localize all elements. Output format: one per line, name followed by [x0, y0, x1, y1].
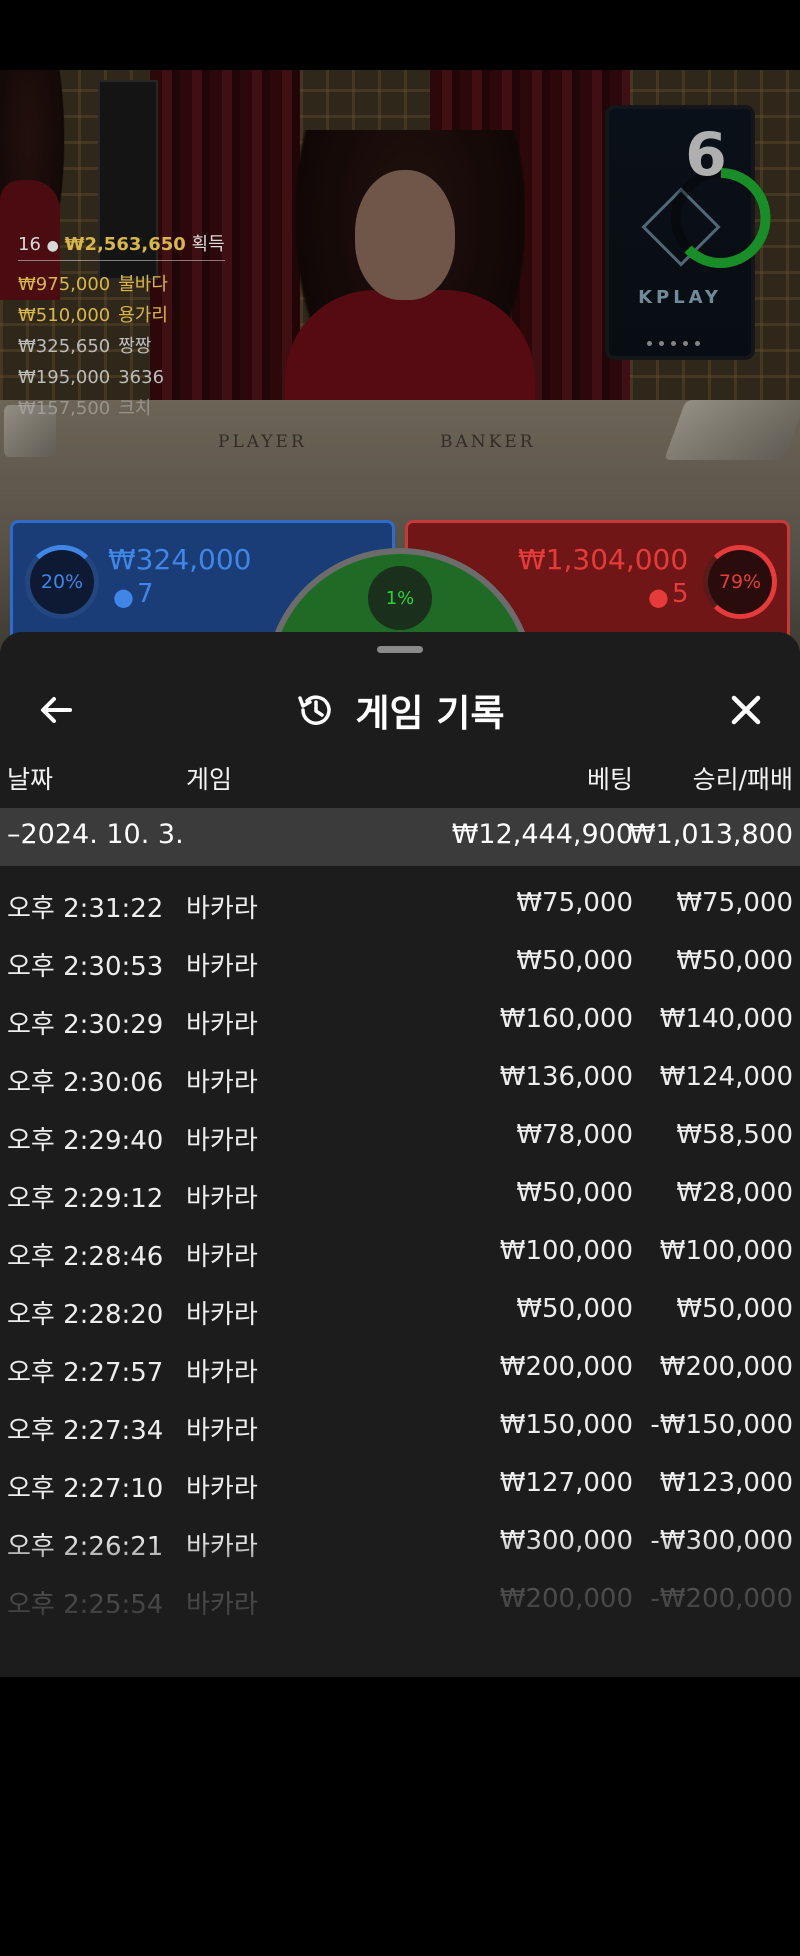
row-result: ₩58,500: [676, 1120, 793, 1150]
panel-title: 게임 기록: [355, 691, 505, 735]
arrow-left-icon: [41, 697, 72, 723]
app-screen: PLAYER BANKER KPLAY 6 16 ● ₩2,563,650 획득…: [0, 0, 800, 1956]
row-bet: ₩50,000: [516, 946, 633, 976]
row-result: -₩150,000: [650, 1410, 793, 1440]
banker-person-icon: ●: [648, 583, 669, 611]
row-game: 바카라: [186, 1068, 258, 1098]
row-bet: ₩78,000: [516, 1120, 633, 1150]
person-icon: ●: [46, 238, 59, 254]
row-game: 바카라: [186, 1300, 258, 1330]
row-result: ₩50,000: [676, 946, 793, 976]
row-result: ₩200,000: [659, 1352, 793, 1382]
banker-percent: 79%: [703, 545, 777, 619]
row-game: 바카라: [186, 1474, 258, 1504]
day-total-result: ₩1,013,800: [628, 819, 793, 850]
row-result: ₩123,000: [659, 1468, 793, 1498]
row-game: 바카라: [186, 894, 258, 924]
day-label: –2024. 10. 3.: [7, 819, 184, 850]
close-icon: [731, 695, 761, 725]
winners-list: 16 ● ₩2,563,650 획득 ₩975,000 불바다 ₩510,000 용…: [18, 230, 225, 424]
player-percent: 20%: [25, 545, 99, 619]
table-row[interactable]: 오후 2:28:46 바카라 ₩100,000 ₩100,000: [0, 1224, 800, 1282]
player-bet-amount: ₩324,000: [108, 543, 252, 576]
table-row[interactable]: 오후 2:27:34 바카라 ₩150,000 -₩150,000: [0, 1398, 800, 1456]
drag-handle[interactable]: [377, 646, 423, 653]
winner-row: ₩975,000 불바다: [18, 274, 168, 295]
row-bet: ₩200,000: [499, 1352, 633, 1382]
row-time: 오후 2:30:06: [7, 1068, 164, 1098]
row-bet: ₩136,000: [499, 1062, 633, 1092]
back-button[interactable]: [32, 686, 80, 734]
table-row[interactable]: 오후 2:29:12 바카라 ₩50,000 ₩28,000: [0, 1166, 800, 1224]
banker-bet-amount: ₩1,304,000: [518, 543, 689, 576]
row-result: ₩140,000: [659, 1004, 793, 1034]
row-time: 오후 2:31:22: [7, 894, 164, 924]
row-game: 바카라: [186, 1358, 258, 1388]
table-row[interactable]: 오후 2:31:22 바카라 ₩75,000 ₩75,000: [0, 876, 800, 934]
row-time: 오후 2:30:29: [7, 1010, 164, 1040]
row-bet: ₩150,000: [499, 1410, 633, 1440]
game-history-panel: 게임 기록 날짜 게임 베팅 승리/패배 –2024. 10. 3. ₩12,4…: [0, 632, 800, 1677]
row-game: 바카라: [186, 1126, 258, 1156]
row-bet: ₩100,000: [499, 1236, 633, 1266]
table-row[interactable]: 오후 2:28:20 바카라 ₩50,000 ₩50,000: [0, 1282, 800, 1340]
panel-header: 게임 기록: [0, 672, 800, 747]
row-time: 오후 2:28:20: [7, 1300, 164, 1330]
close-button[interactable]: [722, 686, 770, 734]
list-fade-overlay: [0, 1537, 800, 1677]
row-result: ₩124,000: [659, 1062, 793, 1092]
table-header: 날짜 게임 베팅 승리/패배: [0, 760, 800, 800]
winners-count: 16: [18, 234, 41, 255]
history-clock-icon: [298, 694, 332, 725]
row-time: 오후 2:27:34: [7, 1416, 164, 1446]
row-game: 바카라: [186, 1242, 258, 1272]
row-bet: ₩50,000: [516, 1294, 633, 1324]
winner-row: ₩325,650 짱짱: [18, 336, 152, 357]
day-total-bet: ₩12,444,900: [451, 819, 633, 850]
row-result: ₩75,000: [676, 888, 793, 918]
player-bettor-count: 7: [137, 579, 154, 609]
row-time: 오후 2:29:12: [7, 1184, 164, 1214]
row-time: 오후 2:30:53: [7, 952, 164, 982]
row-time: 오후 2:27:57: [7, 1358, 164, 1388]
row-game: 바카라: [186, 952, 258, 982]
column-header-game: 게임: [186, 765, 233, 794]
table-row[interactable]: 오후 2:30:53 바카라 ₩50,000 ₩50,000: [0, 934, 800, 992]
table-row[interactable]: 오후 2:27:57 바카라 ₩200,000 ₩200,000: [0, 1340, 800, 1398]
row-time: 오후 2:29:40: [7, 1126, 164, 1156]
table-row[interactable]: 오후 2:30:29 바카라 ₩160,000 ₩140,000: [0, 992, 800, 1050]
player-person-icon: ●: [113, 583, 134, 611]
title-wrap: 게임 기록: [0, 672, 800, 747]
day-summary-row[interactable]: –2024. 10. 3. ₩12,444,900 ₩1,013,800: [0, 808, 800, 866]
column-header-bet: 베팅: [586, 765, 633, 794]
row-time: 오후 2:28:46: [7, 1242, 164, 1272]
row-bet: ₩50,000: [516, 1178, 633, 1208]
row-result: ₩100,000: [659, 1236, 793, 1266]
row-bet: ₩127,000: [499, 1468, 633, 1498]
winners-header: 16 ● ₩2,563,650 획득: [18, 230, 225, 261]
table-row[interactable]: 오후 2:27:10 바카라 ₩127,000 ₩123,000: [0, 1456, 800, 1514]
row-result: ₩28,000: [676, 1178, 793, 1208]
tie-percent: 1%: [368, 566, 432, 630]
row-game: 바카라: [186, 1010, 258, 1040]
row-bet: ₩75,000: [516, 888, 633, 918]
column-header-date: 날짜: [7, 765, 54, 794]
winner-row: ₩157,500 크치: [18, 398, 152, 419]
winner-row: ₩510,000 용가리: [18, 305, 168, 326]
row-game: 바카라: [186, 1416, 258, 1446]
banker-bettor-count: 5: [672, 579, 689, 609]
row-bet: ₩160,000: [499, 1004, 633, 1034]
row-result: ₩50,000: [676, 1294, 793, 1324]
winners-total-suffix: 획득: [191, 234, 225, 255]
winners-total: ₩2,563,650: [64, 234, 186, 255]
row-time: 오후 2:27:10: [7, 1474, 164, 1504]
table-row[interactable]: 오후 2:30:06 바카라 ₩136,000 ₩124,000: [0, 1050, 800, 1108]
column-header-result: 승리/패배: [692, 765, 793, 794]
table-row[interactable]: 오후 2:29:40 바카라 ₩78,000 ₩58,500: [0, 1108, 800, 1166]
winner-row: ₩195,000 3636: [18, 367, 165, 388]
row-game: 바카라: [186, 1184, 258, 1214]
